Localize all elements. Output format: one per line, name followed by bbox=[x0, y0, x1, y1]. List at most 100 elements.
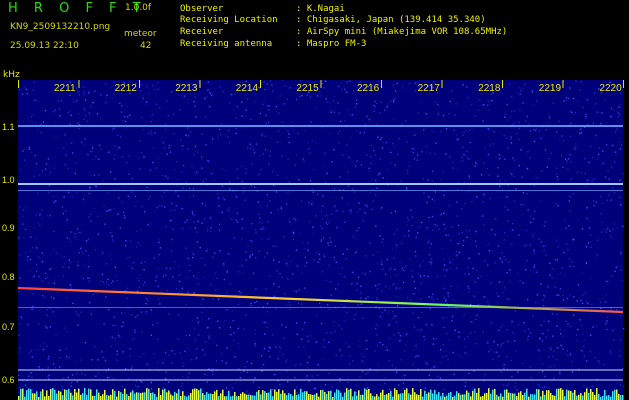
noise-speck bbox=[490, 322, 493, 324]
noise-speck bbox=[556, 347, 559, 349]
noise-speck bbox=[150, 334, 153, 336]
noise-speck bbox=[152, 324, 154, 326]
noise-speck bbox=[135, 316, 137, 319]
noise-speck bbox=[101, 273, 104, 276]
noise-speck bbox=[207, 81, 209, 83]
noise-speck bbox=[440, 213, 443, 215]
noise-speck bbox=[150, 130, 152, 133]
noise-speck bbox=[91, 359, 93, 361]
noise-speck bbox=[102, 356, 104, 358]
noise-speck bbox=[77, 122, 80, 124]
noise-speck bbox=[511, 320, 513, 323]
noise-speck bbox=[444, 350, 447, 352]
noise-speck bbox=[69, 122, 71, 124]
noise-speck bbox=[317, 364, 320, 366]
noise-floor-bar bbox=[604, 390, 606, 400]
noise-speck bbox=[396, 274, 398, 276]
noise-speck bbox=[325, 98, 327, 100]
noise-speck bbox=[344, 120, 346, 122]
noise-speck bbox=[482, 120, 484, 122]
noise-speck bbox=[171, 238, 173, 241]
noise-speck bbox=[346, 311, 348, 314]
noise-floor-bar bbox=[314, 394, 316, 400]
noise-speck bbox=[428, 196, 430, 198]
noise-speck bbox=[112, 280, 114, 282]
noise-floor-bar bbox=[430, 389, 432, 400]
noise-speck bbox=[77, 324, 79, 326]
noise-speck bbox=[18, 334, 20, 337]
noise-speck bbox=[349, 136, 352, 138]
noise-speck bbox=[113, 158, 115, 160]
noise-speck bbox=[404, 350, 406, 352]
noise-speck bbox=[333, 149, 335, 151]
noise-speck bbox=[83, 118, 85, 121]
noise-speck bbox=[482, 201, 484, 203]
noise-speck bbox=[245, 172, 247, 174]
noise-floor-bar bbox=[128, 395, 130, 400]
noise-speck bbox=[88, 92, 90, 94]
noise-speck bbox=[341, 267, 344, 269]
noise-speck bbox=[351, 114, 353, 116]
noise-speck bbox=[107, 368, 110, 370]
noise-speck bbox=[323, 346, 325, 348]
noise-speck bbox=[233, 332, 235, 334]
noise-floor-bar bbox=[436, 394, 438, 400]
noise-floor-bar bbox=[542, 390, 544, 400]
noise-speck bbox=[47, 367, 49, 369]
noise-speck bbox=[23, 237, 25, 239]
noise-speck bbox=[405, 333, 408, 335]
noise-floor-bar bbox=[406, 388, 408, 400]
noise-speck bbox=[341, 354, 343, 357]
noise-speck bbox=[556, 313, 558, 315]
noise-speck bbox=[388, 324, 390, 326]
noise-floor-bar bbox=[476, 392, 478, 400]
noise-speck bbox=[461, 159, 464, 162]
noise-speck bbox=[161, 196, 164, 198]
noise-floor-bar bbox=[310, 394, 312, 400]
noise-speck bbox=[173, 376, 175, 379]
noise-floor-bar bbox=[56, 393, 58, 400]
noise-speck bbox=[135, 388, 137, 390]
noise-speck bbox=[194, 96, 196, 98]
noise-speck bbox=[143, 281, 146, 284]
noise-speck bbox=[295, 218, 297, 221]
carrier-line-1-1 bbox=[18, 125, 623, 127]
noise-speck bbox=[35, 270, 38, 273]
noise-speck bbox=[174, 260, 176, 263]
noise-speck bbox=[204, 204, 207, 207]
noise-speck bbox=[506, 384, 508, 387]
noise-speck bbox=[392, 310, 394, 313]
noise-speck bbox=[601, 231, 603, 233]
noise-speck bbox=[357, 276, 360, 278]
noise-speck bbox=[287, 136, 290, 139]
noise-speck bbox=[225, 387, 228, 389]
noise-floor-bar bbox=[162, 389, 164, 400]
noise-speck bbox=[204, 373, 206, 375]
noise-speck bbox=[266, 310, 269, 313]
noise-speck bbox=[393, 334, 395, 336]
noise-speck bbox=[146, 85, 148, 88]
noise-speck bbox=[619, 355, 621, 357]
noise-speck bbox=[440, 130, 442, 133]
noise-speck bbox=[468, 257, 470, 259]
noise-speck bbox=[594, 356, 596, 359]
noise-speck bbox=[288, 133, 290, 135]
noise-speck bbox=[396, 296, 398, 298]
noise-speck bbox=[381, 261, 383, 263]
noise-speck bbox=[157, 285, 159, 288]
noise-speck bbox=[295, 98, 298, 101]
noise-speck bbox=[472, 267, 474, 270]
noise-speck bbox=[146, 186, 148, 188]
noise-speck bbox=[382, 245, 385, 247]
noise-speck bbox=[224, 135, 226, 137]
noise-speck bbox=[275, 105, 278, 108]
time-label: 2212 bbox=[115, 83, 138, 94]
noise-speck bbox=[292, 129, 295, 132]
noise-speck bbox=[116, 149, 118, 151]
noise-speck bbox=[164, 175, 167, 177]
noise-speck bbox=[327, 221, 330, 224]
noise-speck bbox=[46, 345, 48, 347]
noise-speck bbox=[321, 127, 323, 129]
noise-speck bbox=[29, 270, 31, 273]
noise-speck bbox=[219, 128, 221, 131]
